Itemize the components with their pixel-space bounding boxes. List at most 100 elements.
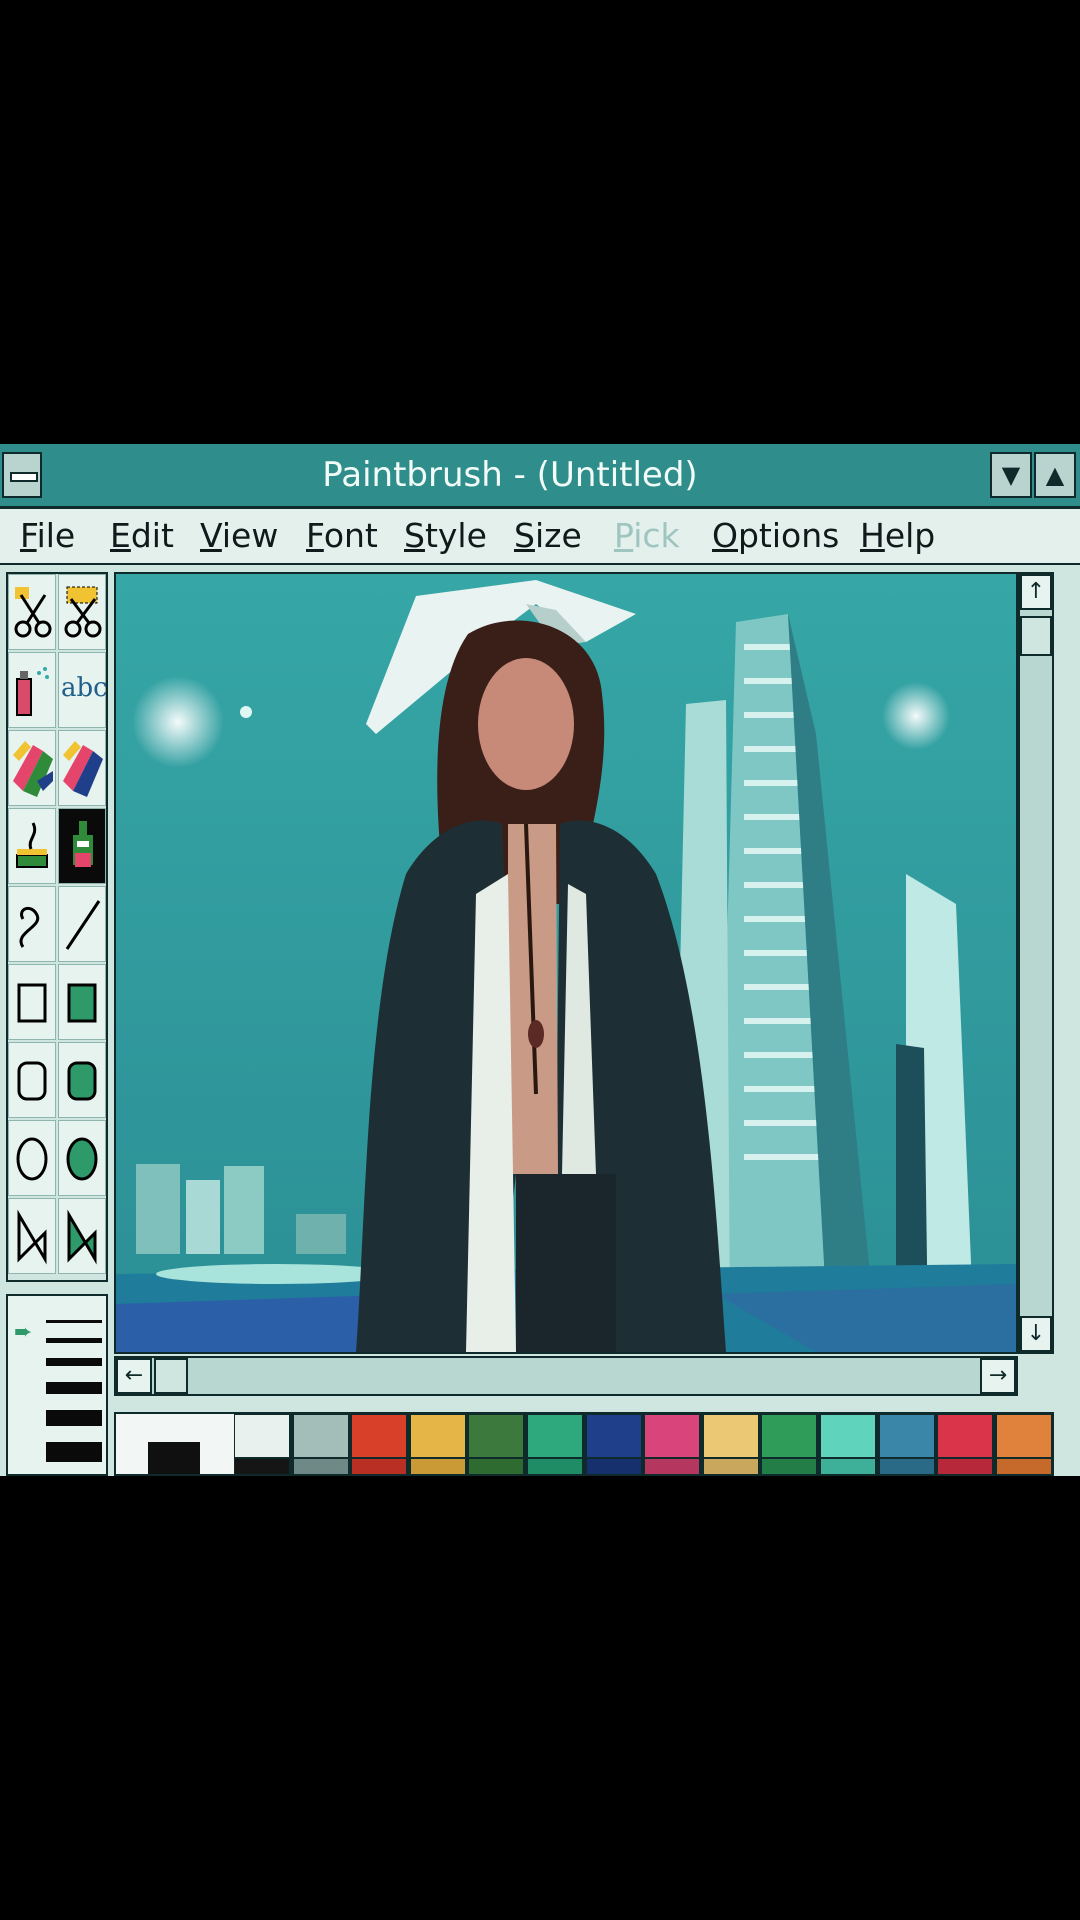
line-width-6[interactable] — [46, 1442, 102, 1462]
palette-color-swatch[interactable] — [937, 1458, 994, 1474]
palette-color-swatch[interactable] — [234, 1414, 290, 1458]
minimize-button[interactable]: ▼ — [990, 452, 1032, 498]
palette-color-swatch[interactable] — [937, 1414, 994, 1458]
box-tool[interactable] — [8, 964, 56, 1040]
current-colors-indicator — [116, 1414, 234, 1474]
eraser-tool[interactable] — [58, 730, 106, 806]
rounded-box-tool[interactable] — [8, 1042, 56, 1118]
text-tool[interactable]: abc — [58, 652, 108, 728]
line-width-1[interactable] — [46, 1320, 102, 1323]
filled-circle-icon — [66, 1137, 98, 1181]
palette-color-swatch[interactable] — [644, 1414, 701, 1458]
right-arrow-icon: → — [988, 1363, 1008, 1388]
curve-tool[interactable] — [8, 886, 56, 962]
text-tool-icon: abc — [61, 673, 108, 703]
filled-circle-tool[interactable] — [58, 1120, 106, 1196]
menu-pick: Pick — [614, 516, 680, 555]
palette-color-swatch[interactable] — [761, 1414, 818, 1458]
palette-color-swatch[interactable] — [234, 1458, 290, 1474]
scroll-down-button[interactable]: ↓ — [1020, 1316, 1052, 1352]
scissors-tool[interactable] — [8, 574, 56, 650]
palette-color-swatch[interactable] — [702, 1414, 759, 1458]
palette-color-swatch[interactable] — [292, 1458, 349, 1474]
toolbox: abc — [6, 572, 108, 1282]
scroll-up-button[interactable]: ↑ — [1020, 574, 1052, 610]
palette-color-swatch[interactable] — [468, 1414, 525, 1458]
filled-polygon-icon — [67, 1209, 97, 1265]
paintbrush-window: Paintbrush - (Untitled) ▼ ▲ File Edit Vi… — [0, 444, 1080, 1476]
filled-box-icon — [67, 983, 97, 1023]
menu-edit[interactable]: Edit — [110, 509, 174, 563]
filled-rounded-box-icon — [67, 1061, 97, 1101]
line-width-4[interactable] — [46, 1382, 102, 1394]
brush-tool[interactable] — [58, 808, 106, 884]
palette-color-swatch[interactable] — [644, 1458, 701, 1474]
brush-icon — [73, 821, 93, 867]
up-arrow-icon: ↑ — [1026, 579, 1046, 604]
airbrush-icon — [16, 667, 49, 716]
filled-box-tool[interactable] — [58, 964, 106, 1040]
window-title: Paintbrush - (Untitled) — [322, 455, 698, 495]
palette-color-swatch[interactable] — [995, 1458, 1052, 1474]
line-width-selector[interactable]: ➨ — [6, 1294, 108, 1476]
line-width-2[interactable] — [46, 1338, 102, 1343]
system-menu-icon — [10, 472, 38, 482]
palette-color-swatch[interactable] — [820, 1458, 876, 1474]
scroll-right-button[interactable]: → — [980, 1358, 1016, 1394]
person-in-city-image — [116, 574, 1016, 1352]
filled-rounded-box-tool[interactable] — [58, 1042, 106, 1118]
palette-color-swatch[interactable] — [409, 1414, 466, 1458]
line-icon — [65, 900, 101, 950]
circle-tool[interactable] — [8, 1120, 56, 1196]
palette-color-swatch[interactable] — [527, 1458, 583, 1474]
palette-color-swatch[interactable] — [878, 1414, 935, 1458]
menu-size[interactable]: Size — [514, 509, 582, 563]
line-tool[interactable] — [58, 886, 106, 962]
palette-color-swatch[interactable] — [351, 1414, 408, 1458]
palette-color-swatch[interactable] — [585, 1458, 642, 1474]
polygon-icon — [17, 1209, 47, 1265]
palette-color-swatch[interactable] — [761, 1458, 818, 1474]
line-width-3[interactable] — [46, 1358, 102, 1366]
palette-color-swatch[interactable] — [995, 1414, 1052, 1458]
scroll-left-button[interactable]: ← — [116, 1358, 152, 1394]
box-icon — [17, 983, 47, 1023]
color-eraser-icon — [13, 741, 53, 797]
paint-roller-tool[interactable] — [8, 808, 56, 884]
color-eraser-tool[interactable] — [8, 730, 56, 806]
curve-icon — [19, 906, 40, 948]
menu-options[interactable]: Options — [712, 509, 839, 563]
palette-color-swatch[interactable] — [820, 1414, 876, 1458]
filled-polygon-tool[interactable] — [58, 1198, 106, 1274]
horizontal-scrollbar[interactable]: ← → — [114, 1356, 1018, 1396]
color-palette — [114, 1412, 1054, 1476]
maximize-button[interactable]: ▲ — [1034, 452, 1076, 498]
vertical-scrollbar[interactable]: ↑ ↓ — [1018, 572, 1054, 1354]
palette-color-swatch[interactable] — [702, 1458, 759, 1474]
menu-help[interactable]: Help — [860, 509, 935, 563]
polygon-tool[interactable] — [8, 1198, 56, 1274]
line-width-5[interactable] — [46, 1410, 102, 1426]
menu-style[interactable]: Style — [404, 509, 487, 563]
horizontal-scroll-thumb[interactable] — [154, 1358, 188, 1394]
palette-color-swatch[interactable] — [878, 1458, 935, 1474]
menu-view[interactable]: View — [200, 509, 278, 563]
menu-bar: File Edit View Font Style Size Pick Opti… — [0, 509, 1080, 565]
foreground-color — [148, 1442, 200, 1474]
drawing-canvas[interactable] — [114, 572, 1018, 1354]
vertical-scroll-thumb[interactable] — [1020, 616, 1052, 656]
minimize-icon: ▼ — [1001, 461, 1021, 489]
palette-color-swatch[interactable] — [527, 1414, 583, 1458]
airbrush-tool[interactable] — [8, 652, 56, 728]
title-bar[interactable]: Paintbrush - (Untitled) ▼ ▲ — [0, 444, 1080, 509]
palette-color-swatch[interactable] — [292, 1414, 349, 1458]
palette-color-swatch[interactable] — [468, 1458, 525, 1474]
palette-color-swatch[interactable] — [409, 1458, 466, 1474]
palette-color-swatch[interactable] — [351, 1458, 408, 1474]
menu-file[interactable]: File — [20, 509, 75, 563]
menu-font[interactable]: Font — [306, 509, 378, 563]
pick-scissors-tool[interactable] — [58, 574, 106, 650]
maximize-icon: ▲ — [1045, 461, 1065, 489]
palette-color-swatch[interactable] — [585, 1414, 642, 1458]
system-menu-button[interactable] — [2, 452, 42, 498]
